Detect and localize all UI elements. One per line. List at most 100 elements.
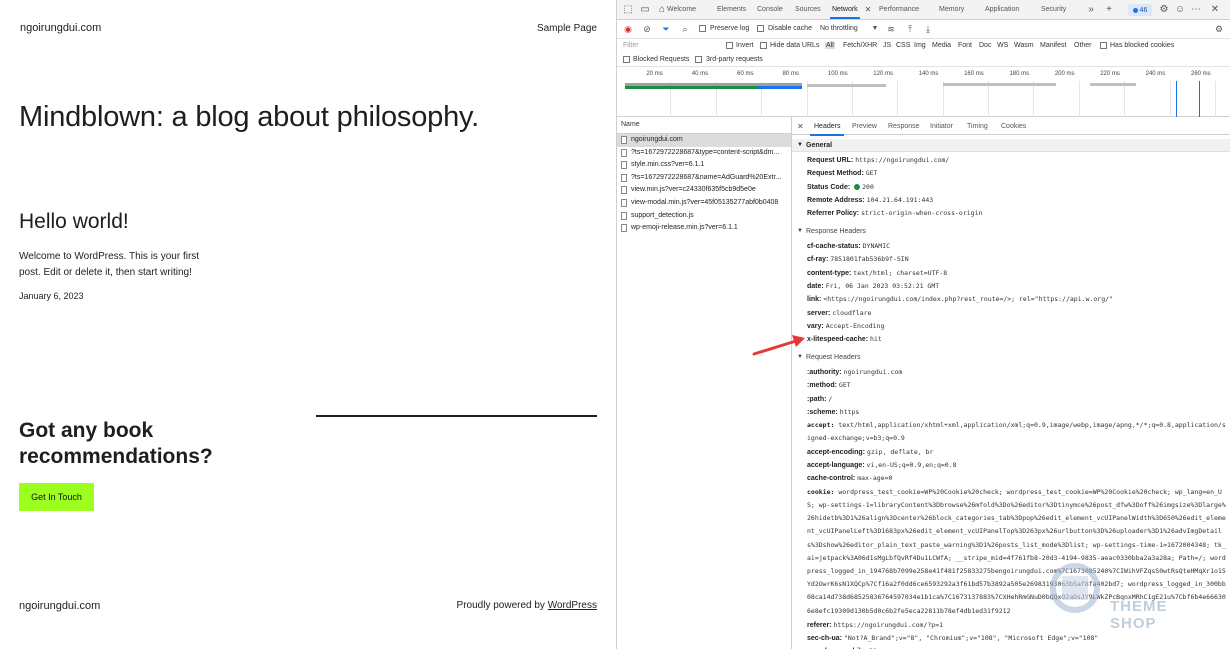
header-key: content-type: xyxy=(807,269,852,277)
request-row[interactable]: view-modal.min.js?ver=45f05135277abf0b04… xyxy=(617,197,791,210)
more-options-icon[interactable]: ⋯ xyxy=(1190,4,1202,16)
issues-badge[interactable]: 46 xyxy=(1128,4,1152,16)
disable-cache-checkbox[interactable] xyxy=(757,25,764,32)
filter-type-js[interactable]: JS xyxy=(883,42,891,49)
throttling-select[interactable]: No throttling xyxy=(820,25,858,32)
download-har-icon[interactable]: ⤓ xyxy=(922,23,934,35)
filter-type-media[interactable]: Media xyxy=(932,42,951,49)
filter-type-font[interactable]: Font xyxy=(958,42,972,49)
footer-powered-by: Proudly powered by WordPress xyxy=(457,600,597,611)
tab-application[interactable]: Application xyxy=(985,6,1019,13)
header-key: referer: xyxy=(807,621,832,629)
tab-network[interactable]: Network xyxy=(830,6,860,19)
filter-type-css[interactable]: CSS xyxy=(896,42,910,49)
inspect-element-icon[interactable]: ⬚ xyxy=(622,4,634,16)
get-in-touch-button[interactable]: Get In Touch xyxy=(19,483,94,511)
general-section-header[interactable]: ▼ General xyxy=(792,139,1230,152)
close-detail-icon[interactable]: ✕ xyxy=(797,122,804,131)
clear-icon[interactable]: ⊘ xyxy=(641,23,653,35)
request-headers-section-header[interactable]: ▼ Request Headers xyxy=(792,351,1230,364)
response-headers-section-header[interactable]: ▼ Response Headers xyxy=(792,225,1230,238)
filter-type-ws[interactable]: WS xyxy=(997,42,1008,49)
timeline-tick-label: 20 ms xyxy=(646,71,663,77)
requests-list: Name ngoirungdui.com ?ts=1672972228687&ty… xyxy=(617,117,792,649)
request-row[interactable]: ngoirungdui.com xyxy=(617,134,791,147)
filter-input[interactable]: Filter xyxy=(623,42,639,49)
request-row[interactable]: ?ts=1672972228687&type=content-script&dm… xyxy=(617,147,791,160)
file-icon xyxy=(621,136,627,144)
timeline-overview[interactable]: 20 ms 40 ms 60 ms 80 ms 100 ms 120 ms 140 ms 16… xyxy=(617,67,1230,117)
tab-initiator[interactable]: Initiator xyxy=(930,123,953,130)
upload-har-icon[interactable]: ⤒ xyxy=(904,23,916,35)
tab-welcome[interactable]: Welcome xyxy=(667,6,696,13)
tab-elements[interactable]: Elements xyxy=(717,6,746,13)
filter-type-manifest[interactable]: Manifest xyxy=(1040,42,1066,49)
site-title-link[interactable]: ngoirungdui.com xyxy=(20,22,101,34)
tab-sources[interactable]: Sources xyxy=(795,6,821,13)
header-key: server: xyxy=(807,309,831,317)
header-value: Fri, 06 Jan 2023 03:52:21 GMT xyxy=(825,281,940,290)
request-row[interactable]: style.min.css?ver=6.1.1 xyxy=(617,159,791,172)
timeline-gridline xyxy=(1215,81,1216,117)
blocked-requests-checkbox[interactable] xyxy=(623,56,630,63)
watermark-icon xyxy=(1050,563,1100,613)
header-value: gzip, deflate, br xyxy=(866,447,934,456)
close-devtools-icon[interactable]: ✕ xyxy=(1209,4,1221,16)
header-row: Request URL: https://ngoirungdui.com/ xyxy=(807,154,1227,167)
add-tab-icon[interactable]: + xyxy=(1103,4,1115,16)
tab-cookies[interactable]: Cookies xyxy=(1001,123,1026,130)
tab-preview[interactable]: Preview xyxy=(852,123,877,130)
feedback-icon[interactable]: ☺ xyxy=(1174,4,1186,16)
request-row[interactable]: view.min.js?ver=c24330f635f5cb9d5e0e xyxy=(617,184,791,197)
filter-type-fetch[interactable]: Fetch/XHR xyxy=(843,42,877,49)
record-icon[interactable]: ◉ xyxy=(622,23,634,35)
request-row[interactable]: support_detection.js xyxy=(617,210,791,223)
third-party-checkbox[interactable] xyxy=(695,56,702,63)
name-column-header[interactable]: Name xyxy=(617,117,791,134)
footer-site-title[interactable]: ngoirungdui.com xyxy=(19,600,100,612)
waterfall-bar xyxy=(942,83,1057,86)
filter-type-doc[interactable]: Doc xyxy=(979,42,991,49)
tab-performance[interactable]: Performance xyxy=(879,6,919,13)
timeline-tick-label: 100 ms xyxy=(827,71,848,77)
search-icon[interactable]: ⌕ xyxy=(679,23,691,35)
settings-gear-icon[interactable]: ⚙ xyxy=(1158,4,1170,16)
filter-type-other[interactable]: Other xyxy=(1074,42,1092,49)
invert-checkbox[interactable] xyxy=(726,42,733,49)
request-row[interactable]: ?ts=1672972228687&name=AdGuard%20Extr... xyxy=(617,172,791,185)
tab-timing[interactable]: Timing xyxy=(967,123,988,130)
request-name: ?ts=1672972228687&type=content-script&dm… xyxy=(631,148,780,156)
wordpress-link[interactable]: WordPress xyxy=(548,600,597,611)
close-tab-icon[interactable]: ✕ xyxy=(862,4,874,16)
tab-security[interactable]: Security xyxy=(1041,6,1066,13)
tab-memory[interactable]: Memory xyxy=(939,6,964,13)
has-blocked-cookies-checkbox[interactable] xyxy=(1100,42,1107,49)
post-title-link[interactable]: Hello world! xyxy=(19,210,129,234)
nav-link-sample-page[interactable]: Sample Page xyxy=(537,23,597,34)
timeline-tick-label: 200 ms xyxy=(1054,71,1075,77)
file-icon xyxy=(621,173,627,182)
header-row: accept: text/html,application/xhtml+xml,… xyxy=(807,419,1227,445)
tab-response[interactable]: Response xyxy=(888,123,920,130)
request-name: wp-emoji-release.min.js?ver=6.1.1 xyxy=(631,224,738,232)
header-value: "Not?A_Brand";v="8", "Chromium";v="108",… xyxy=(843,634,1099,642)
device-toolbar-icon[interactable]: ▭ xyxy=(639,4,651,16)
network-conditions-icon[interactable]: ≋ xyxy=(885,23,897,35)
filter-type-wasm[interactable]: Wasm xyxy=(1014,42,1034,49)
timeline-tick-label: 160 ms xyxy=(964,71,984,77)
header-row: link: <https://ngoirungdui.com/index.php… xyxy=(807,293,1227,306)
tab-headers[interactable]: Headers xyxy=(809,123,846,136)
network-settings-gear-icon[interactable]: ⚙ xyxy=(1213,23,1225,35)
filter-type-img[interactable]: Img xyxy=(914,42,926,49)
preserve-log-checkbox[interactable] xyxy=(699,25,706,32)
chevron-down-icon[interactable]: ▼ xyxy=(869,23,881,35)
more-tabs-icon[interactable]: » xyxy=(1085,4,1097,16)
filter-icon[interactable]: ⏷ xyxy=(660,23,672,35)
filter-type-all[interactable]: All xyxy=(825,42,835,49)
hide-data-urls-checkbox[interactable] xyxy=(760,42,767,49)
request-row[interactable]: wp-emoji-release.min.js?ver=6.1.1 xyxy=(617,222,791,235)
general-title: General xyxy=(806,142,833,149)
tab-console[interactable]: Console xyxy=(757,6,783,13)
timeline-gridline xyxy=(1169,81,1171,117)
watermark-text: THEME SHOP xyxy=(1110,598,1168,632)
